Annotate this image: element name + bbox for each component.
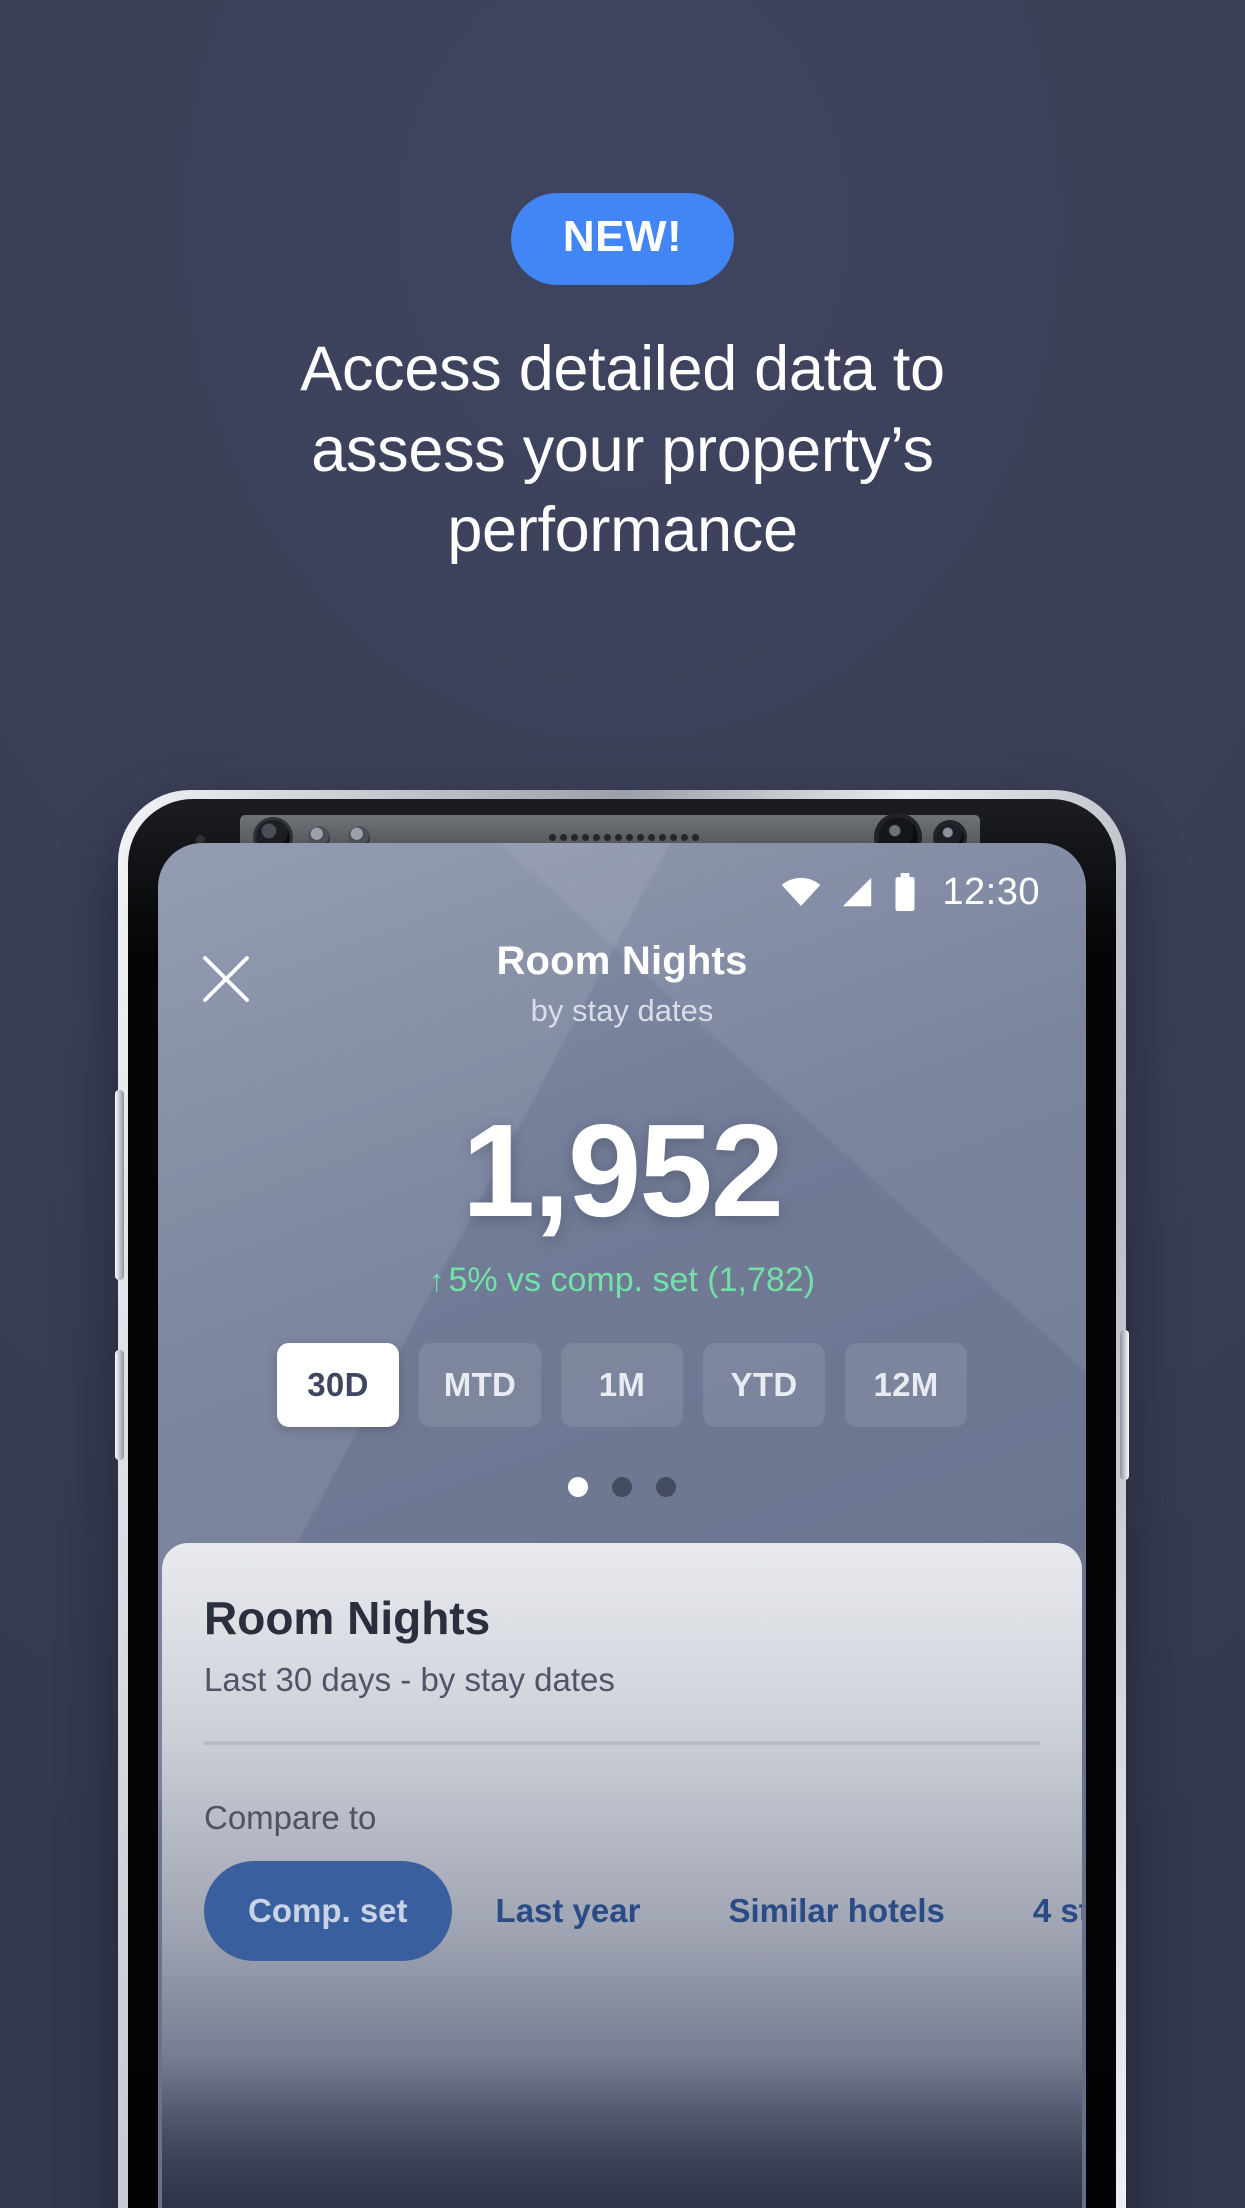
card-subtitle: Last 30 days - by stay dates [204,1661,615,1698]
page-subtitle: by stay dates [530,993,714,1028]
tab-1m[interactable]: 1M [561,1343,683,1427]
app-bar-titles: Room Nights by stay dates [158,939,1086,1029]
volume-down-button[interactable] [115,1350,124,1460]
card-divider [204,1741,1040,1745]
promo-header: NEW! Access detailed data to assess your… [0,0,1245,571]
card-bottom-fade [162,2060,1082,2208]
wifi-icon [782,877,821,906]
metric-delta-text: 5% vs comp. set (1,782) [448,1261,816,1299]
phone-bezel: 12:30 Room Nights by stay dates 1,952 ↑ 5… [128,799,1116,2208]
detail-card: Room Nights Last 30 days - by stay dates… [162,1543,1082,2208]
metric-delta: ↑ 5% vs comp. set (1,782) [158,1261,1086,1300]
pager-dot-1[interactable] [568,1477,588,1497]
app-bar: Room Nights by stay dates [158,939,1086,1049]
compare-chip-group: Comp. set Last year Similar hotels 4 sta [204,1861,1082,1961]
cellular-signal-icon [843,877,872,907]
volume-up-button[interactable] [115,1090,124,1280]
date-range-tabs: 30D MTD 1M YTD 12M [158,1343,1086,1427]
earpiece-speaker-icon [388,833,860,842]
app-screen: 12:30 Room Nights by stay dates 1,952 ↑ 5… [158,843,1086,2208]
chip-4-star[interactable]: 4 sta [989,1861,1082,1961]
metric-value: 1,952 [461,1097,784,1244]
pager-dot-2[interactable] [612,1477,632,1497]
card-title: Room Nights [204,1592,491,1644]
compare-to-label: Compare to [204,1799,377,1836]
chip-last-year[interactable]: Last year [452,1861,685,1961]
chip-comp-set[interactable]: Comp. set [204,1861,452,1961]
chip-similar-hotels[interactable]: Similar hotels [684,1861,988,1961]
promo-screenshot: NEW! Access detailed data to assess your… [0,0,1245,2208]
promo-headline: Access detailed data to assess your prop… [300,334,945,566]
phone-device-mockup: 12:30 Room Nights by stay dates 1,952 ↑ 5… [115,790,1129,2208]
pager-dot-3[interactable] [656,1477,676,1497]
new-badge: NEW! [510,193,735,285]
page-title: Room Nights [496,939,748,983]
carousel-pager [158,1477,1086,1497]
tab-30d[interactable]: 30D [277,1343,399,1427]
trend-up-icon: ↑ [428,1263,445,1298]
power-button[interactable] [1120,1330,1129,1480]
status-bar-clock: 12:30 [942,870,1040,913]
status-bar: 12:30 [158,865,1086,919]
battery-icon [895,873,915,911]
tab-12m[interactable]: 12M [845,1343,967,1427]
tab-ytd[interactable]: YTD [703,1343,825,1427]
tab-mtd[interactable]: MTD [419,1343,541,1427]
